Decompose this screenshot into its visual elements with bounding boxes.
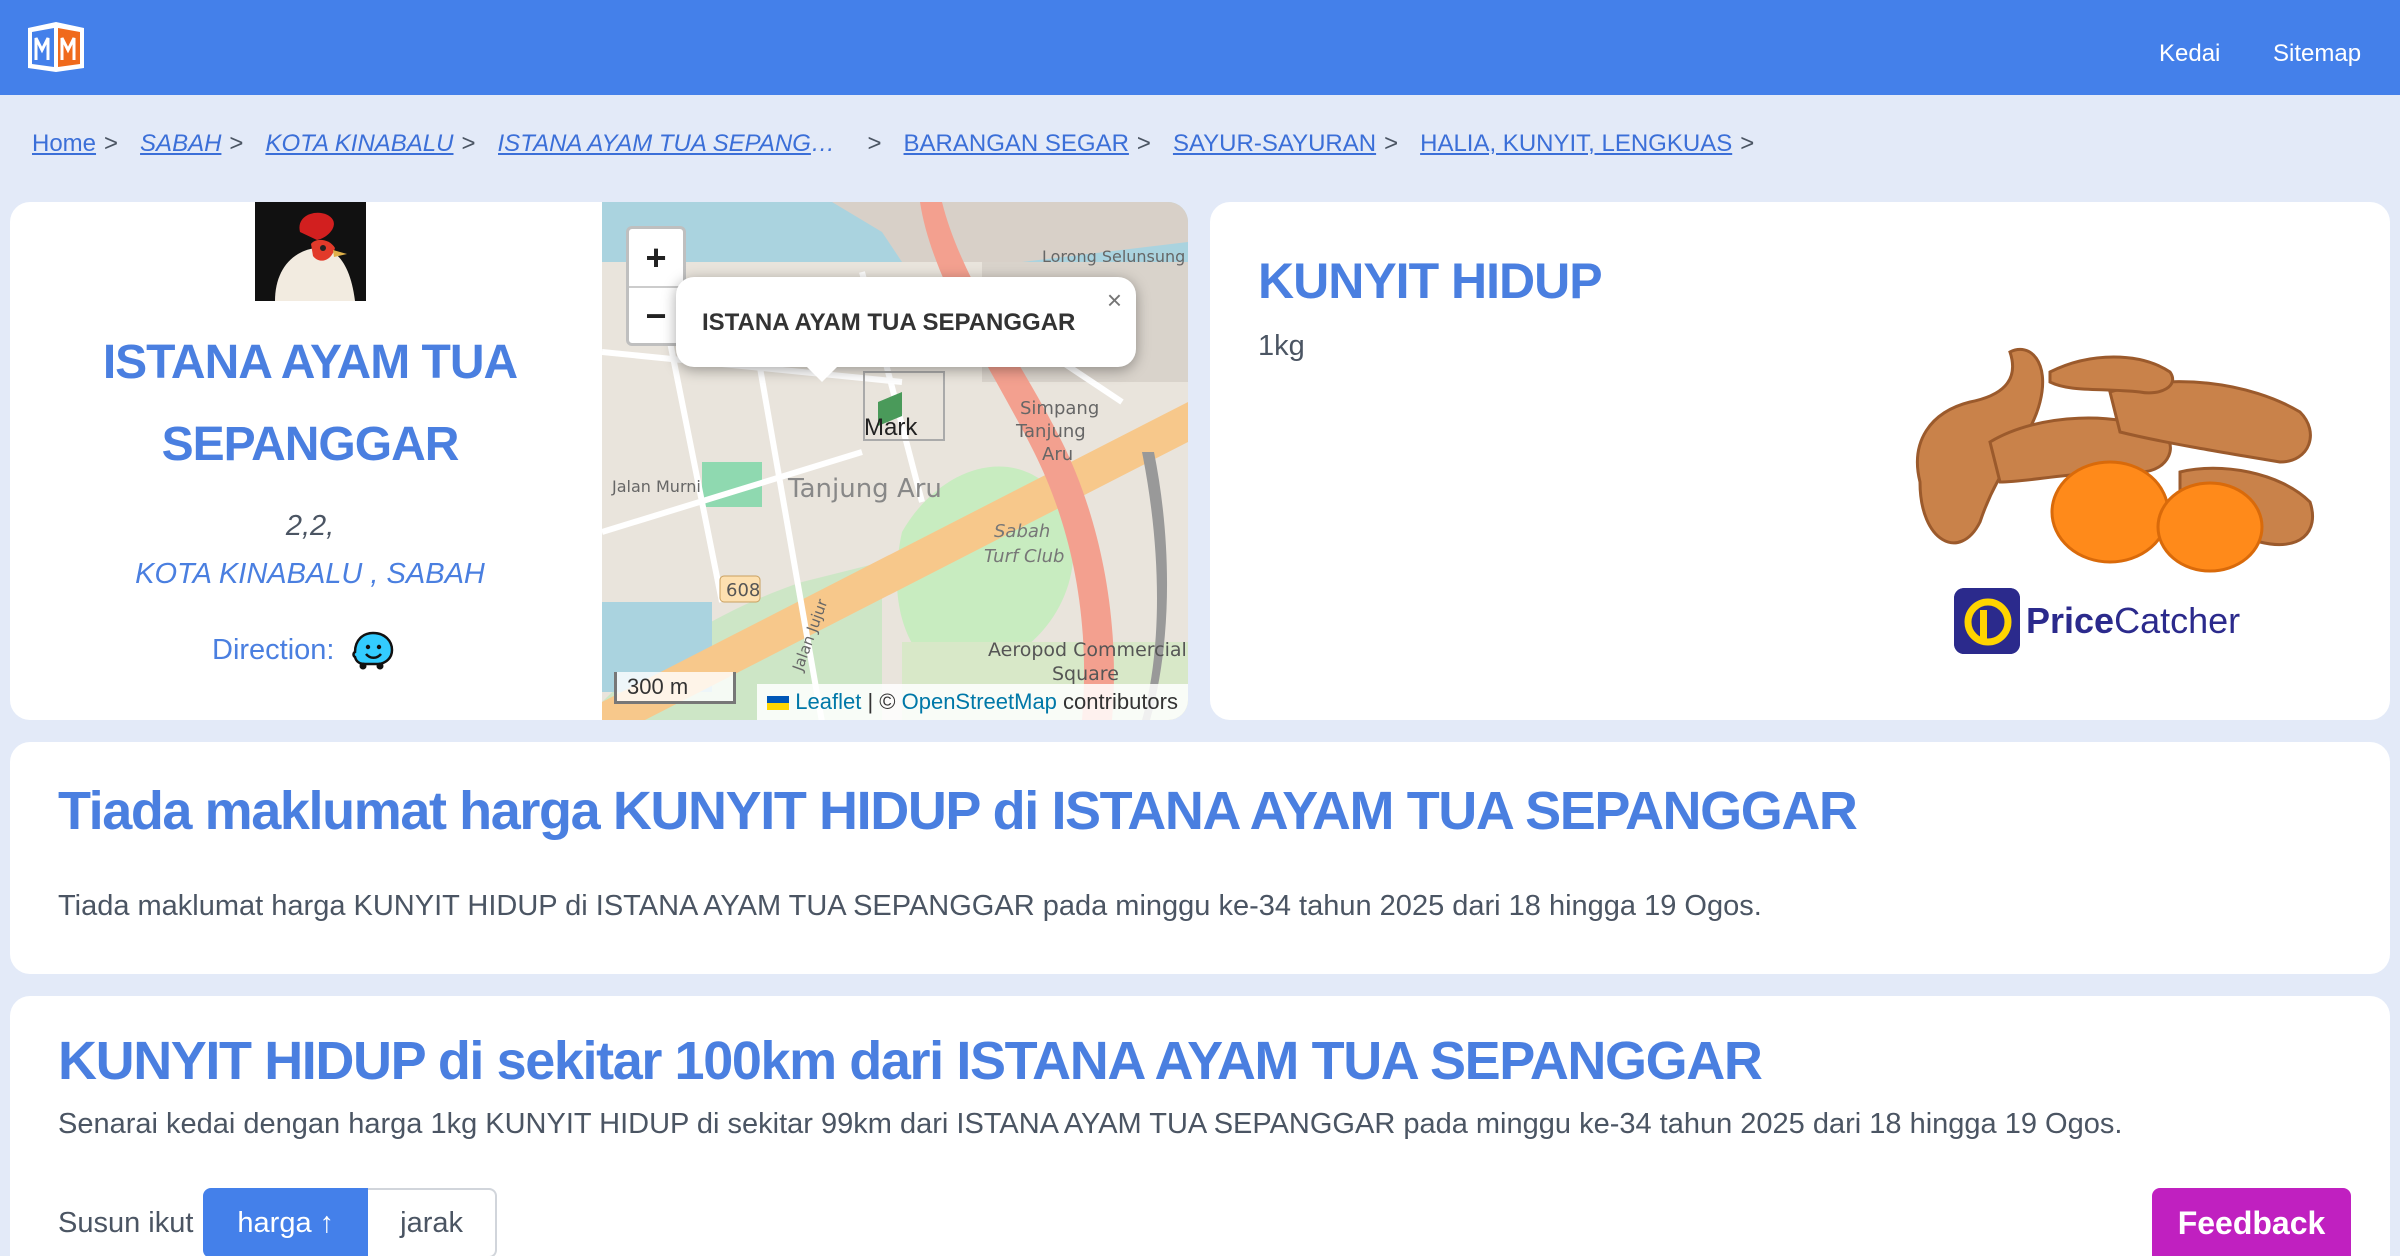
leaflet-link[interactable]: Leaflet xyxy=(795,689,861,714)
no-price-info-card: Tiada maklumat harga KUNYIT HIDUP di IST… xyxy=(10,742,2390,974)
store-card: ISTANA AYAM TUA SEPANGGAR 2,2, KOTA KINA… xyxy=(10,202,1188,720)
breadcrumb-state[interactable]: SABAH xyxy=(140,130,221,158)
map-marker[interactable]: Mark xyxy=(864,414,917,442)
breadcrumb-separator: > xyxy=(1384,130,1399,157)
svg-text:Tanjung Aru: Tanjung Aru xyxy=(787,474,942,504)
store-map[interactable]: Tanjung Aru Sabah Turf Club Simpang Tanj… xyxy=(602,202,1188,720)
nearby-title: KUNYIT HIDUP di sekitar 100km dari ISTAN… xyxy=(58,1031,1763,1091)
breadcrumb-separator: > xyxy=(867,130,882,157)
breadcrumb-separator: > xyxy=(1136,130,1151,157)
product-name: KUNYIT HIDUP xyxy=(1258,253,1603,309)
attribution-separator: | © xyxy=(867,689,896,714)
attribution-contributors: contributors xyxy=(1063,689,1178,714)
svg-text:Aru: Aru xyxy=(1042,444,1073,465)
store-name: ISTANA AYAM TUA SEPANGGAR xyxy=(102,336,518,471)
map-scale: 300 m xyxy=(614,672,736,704)
breadcrumb-city[interactable]: KOTA KINABALU xyxy=(265,130,453,158)
osm-link[interactable]: OpenStreetMap xyxy=(902,689,1057,714)
svg-text:Tanjung: Tanjung xyxy=(1015,421,1086,442)
popup-close-button[interactable]: × xyxy=(1107,285,1122,316)
breadcrumb-home[interactable]: Home xyxy=(32,130,96,158)
sort-control: Susun ikut harga ↑ jarak xyxy=(58,1188,498,1256)
rooster-image xyxy=(255,202,366,301)
sort-by-price-button[interactable]: harga ↑ xyxy=(203,1188,369,1256)
svg-text:608: 608 xyxy=(726,580,760,601)
svg-text:Aeropod Commercial: Aeropod Commercial xyxy=(988,639,1187,661)
turmeric-image xyxy=(1915,348,2315,573)
svg-text:Simpang: Simpang xyxy=(1020,398,1099,419)
store-address-line2[interactable]: KOTA KINABALU , SABAH xyxy=(10,550,610,598)
nearby-text: Senarai kedai dengan harga 1kg KUNYIT HI… xyxy=(58,1108,2123,1140)
zoom-in-button[interactable]: + xyxy=(629,229,683,286)
store-address-line1: 2,2, xyxy=(285,510,335,542)
sort-by-distance-button[interactable]: jarak xyxy=(368,1188,498,1256)
no-price-info-title: Tiada maklumat harga KUNYIT HIDUP di IST… xyxy=(58,781,1858,841)
pricecatcher-prefix: Price xyxy=(2026,600,2115,641)
nav-link-sitemap[interactable]: Sitemap xyxy=(2273,40,2361,68)
feedback-button[interactable]: Feedback xyxy=(2152,1188,2351,1256)
svg-text:Sabah: Sabah xyxy=(994,521,1050,542)
breadcrumb-separator: > xyxy=(104,130,119,157)
pricecatcher-wordmark: PriceCatcher xyxy=(2026,600,2240,642)
map-attribution: Leaflet | © OpenStreetMap contributors xyxy=(757,684,1188,720)
breadcrumb-subcategory[interactable]: SAYUR-SAYURAN xyxy=(1173,130,1376,158)
site-logo-icon[interactable] xyxy=(26,20,86,72)
svg-text:Jalan Murni: Jalan Murni xyxy=(611,477,701,496)
svg-text:Turf Club: Turf Club xyxy=(984,546,1064,567)
direction-label: Direction: xyxy=(212,633,335,666)
nav-link-kedai[interactable]: Kedai xyxy=(2159,40,2220,68)
breadcrumb-separator: > xyxy=(229,130,244,157)
direction-row: Direction: xyxy=(212,630,395,670)
no-price-info-text: Tiada maklumat harga KUNYIT HIDUP di IST… xyxy=(58,890,1762,922)
svg-text:Lorong Selunsung: Lorong Selunsung xyxy=(1042,247,1185,266)
breadcrumb-category[interactable]: BARANGAN SEGAR xyxy=(904,130,1129,158)
popup-tip xyxy=(804,364,840,382)
waze-icon[interactable] xyxy=(351,630,395,670)
product-quantity: 1kg xyxy=(1258,330,1305,362)
breadcrumb: Home > SABAH > KOTA KINABALU > ISTANA AY… xyxy=(32,127,1776,161)
pricecatcher-suffix: Catcher xyxy=(2114,600,2241,641)
store-avatar xyxy=(255,202,366,301)
ukraine-flag-icon xyxy=(767,696,790,711)
svg-text:Square: Square xyxy=(1052,663,1119,685)
popup-title: ISTANA AYAM TUA SEPANGGAR xyxy=(702,309,1076,336)
breadcrumb-separator: > xyxy=(461,130,476,157)
product-card: KUNYIT HIDUP 1kg PriceCatcher xyxy=(1210,202,2390,720)
sort-label: Susun ikut xyxy=(58,1206,194,1239)
top-navbar: Kedai Sitemap xyxy=(0,0,2400,95)
zoom-out-button[interactable]: − xyxy=(629,286,683,343)
pricecatcher-logo: PriceCatcher xyxy=(1954,588,2240,654)
breadcrumb-separator: > xyxy=(1740,130,1755,157)
breadcrumb-item-group[interactable]: HALIA, KUNYIT, LENGKUAS xyxy=(1420,130,1732,158)
pricecatcher-icon xyxy=(1954,588,2020,654)
map-popup: ISTANA AYAM TUA SEPANGGAR × xyxy=(676,277,1136,367)
nearby-stores-card: KUNYIT HIDUP di sekitar 100km dari ISTAN… xyxy=(10,996,2390,1256)
store-address: 2,2, KOTA KINABALU , SABAH xyxy=(10,502,610,598)
breadcrumb-store[interactable]: ISTANA AYAM TUA SEPANGGAR xyxy=(498,130,838,158)
